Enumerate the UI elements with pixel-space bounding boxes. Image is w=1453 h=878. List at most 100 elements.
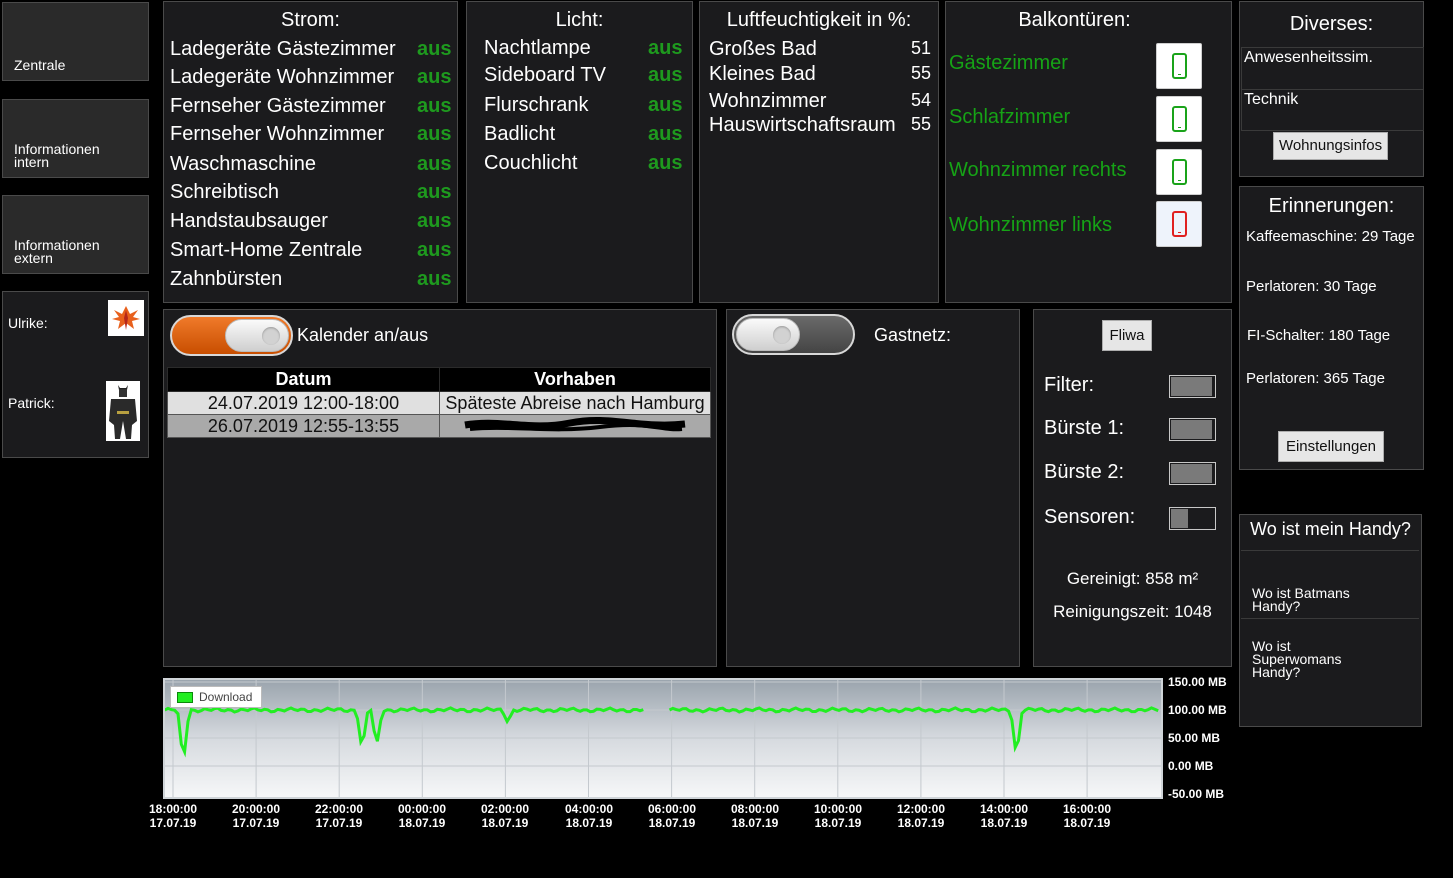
vacuum-level-bar [1169, 462, 1216, 485]
strom-item[interactable]: Handstaubsauger aus [164, 210, 457, 236]
chart-x-tick-time: 10:00:00 [813, 802, 863, 816]
phone-item-batman[interactable]: Wo ist Batmans Handy? [1241, 550, 1419, 618]
humidity-item: Kleines Bad 55 [700, 63, 938, 89]
calendar-cell-date: 24.07.2019 12:00-18:00 [167, 391, 440, 415]
chart-x-tick-date: 18.07.19 [648, 816, 696, 830]
strom-item-state: aus [417, 38, 452, 60]
strom-item[interactable]: Smart-Home Zentrale aus [164, 239, 457, 265]
chart-legend-label: Download [199, 690, 253, 704]
chart-x-tick-time: 18:00:00 [148, 802, 198, 816]
strom-item[interactable]: Ladegeräte Gästezimmer aus [164, 38, 457, 64]
calendar-table: Datum Vorhaben 24.07.2019 12:00-18:00 Sp… [167, 367, 711, 438]
chart-x-tick-time: 22:00:00 [314, 802, 364, 816]
chart-x-tick-label: 14:00:00 18.07.19 [969, 802, 1039, 830]
diverses-item-anwesenheitssim[interactable]: Anwesenheitssim. [1241, 47, 1424, 90]
vacuum-panel: Fliwa Filter: Bürste 1: Bürste 2: Sensoren:… [1033, 309, 1232, 667]
table-row[interactable]: 24.07.2019 12:00-18:00 Späteste Abreise … [167, 391, 711, 415]
calendar-toggle[interactable] [170, 315, 293, 356]
strom-item-label: Smart-Home Zentrale [170, 239, 363, 261]
guestnet-panel: Gastnetz: [726, 309, 1020, 667]
phone-item-superwoman[interactable]: Wo ist Superwomans Handy? [1241, 618, 1419, 684]
guestnet-toggle[interactable] [732, 314, 855, 355]
calendar-cell-plan-redacted [439, 414, 711, 438]
diverses-item-technik[interactable]: Technik [1241, 89, 1424, 131]
licht-item-state: aus [648, 37, 683, 59]
humidity-item-value: 51 [910, 38, 931, 58]
chart-y-tick-label: 50.00 MB [1168, 731, 1221, 745]
phone-icon [1172, 53, 1187, 79]
chart-x-tick-label: 10:00:00 18.07.19 [803, 802, 873, 830]
licht-item[interactable]: Flurschrank aus [467, 94, 692, 120]
nav-info-intern-label: Informationen intern [14, 141, 100, 170]
phone-icon [1172, 159, 1187, 185]
strom-item[interactable]: Schreibtisch aus [164, 181, 457, 207]
strom-item-label: Zahnbürsten [170, 268, 283, 290]
chart-y-tick-label: 150.00 MB [1168, 675, 1227, 689]
diverses-panel: Diverses: Anwesenheitssim. Technik Wohnu… [1239, 1, 1424, 177]
vacuum-level-fill [1171, 464, 1212, 483]
strom-item-state: aus [417, 153, 452, 175]
calendar-header-row: Datum Vorhaben [167, 367, 711, 392]
redaction-scribble [464, 417, 686, 432]
chart-x-tick-label: 16:00:00 18.07.19 [1052, 802, 1122, 830]
humidity-item-label: Hauswirtschaftsraum [709, 114, 896, 136]
strom-item-label: Ladegeräte Gästezimmer [170, 38, 396, 60]
person-ulrike-label: Ulrike: [8, 315, 48, 331]
anwesenheitssim-label: Anwesenheitssim. [1244, 49, 1373, 66]
fliwa-button[interactable]: Fliwa [1102, 320, 1152, 351]
strom-item[interactable]: Fernseher Gästezimmer aus [164, 95, 457, 121]
guestnet-toggle-knob [736, 318, 800, 351]
licht-item-label: Badlicht [484, 123, 556, 145]
vacuum-item-label: Sensoren: [1044, 506, 1136, 528]
reminders-title: Erinnerungen: [1268, 195, 1395, 217]
vacuum-cleaning-time: Reinigungszeit: 1048 [1053, 602, 1212, 621]
table-row[interactable]: 26.07.2019 12:55-13:55 [167, 414, 711, 438]
chart-x-tick-date: 18.07.19 [897, 816, 945, 830]
licht-item-label: Flurschrank [484, 94, 589, 116]
strom-item-label: Waschmaschine [170, 153, 316, 175]
door-button[interactable] [1156, 96, 1202, 142]
chart-x-tick-time: 16:00:00 [1062, 802, 1112, 816]
nav-informationen-extern[interactable]: Informationen extern [2, 195, 149, 274]
chart-x-tick-label: 22:00:00 17.07.19 [304, 802, 374, 830]
door-button[interactable] [1156, 43, 1202, 89]
licht-item-state: aus [648, 152, 683, 174]
vacuum-level-fill [1171, 377, 1212, 396]
strom-item-label: Fernseher Wohnzimmer [170, 123, 385, 145]
calendar-header-datum: Datum [167, 367, 440, 392]
licht-item[interactable]: Badlicht aus [467, 123, 692, 149]
door-button[interactable] [1156, 201, 1202, 247]
chart-x-tick-time: 20:00:00 [231, 802, 281, 816]
humidity-panel: Luftfeuchtigkeit in %: Großes Bad 51 Klein… [699, 1, 939, 303]
humidity-item: Wohnzimmer 54 [700, 90, 938, 116]
licht-item[interactable]: Couchlicht aus [467, 152, 692, 178]
vacuum-item-label: Bürste 2: [1044, 461, 1125, 483]
diverses-title: Diverses: [1289, 13, 1374, 35]
calendar-toggle-knob [225, 319, 289, 352]
wohnungsinfos-button[interactable]: Wohnungsinfos [1273, 132, 1388, 160]
licht-item[interactable]: Nachtlampe aus [467, 37, 692, 63]
chart-x-tick-date: 17.07.19 [232, 816, 280, 830]
calendar-cell-date: 26.07.2019 12:55-13:55 [167, 414, 440, 438]
door-label: Wohnzimmer links [949, 214, 1112, 236]
phone-icon [1172, 211, 1187, 237]
strom-item[interactable]: Ladegeräte Wohnzimmer aus [164, 66, 457, 92]
calendar-header-vorhaben: Vorhaben [439, 367, 711, 392]
licht-item[interactable]: Sideboard TV aus [467, 64, 692, 90]
strom-item[interactable]: Zahnbürsten aus [164, 268, 457, 294]
strom-item-label: Ladegeräte Wohnzimmer [170, 66, 395, 88]
strom-item[interactable]: Waschmaschine aus [164, 153, 457, 179]
einstellungen-button[interactable]: Einstellungen [1278, 431, 1384, 462]
chart-y-tick-label: 0.00 MB [1168, 759, 1214, 773]
strom-item[interactable]: Fernseher Wohnzimmer aus [164, 123, 457, 149]
door-label: Schlafzimmer [949, 106, 1071, 128]
chart-x-tick-date: 18.07.19 [481, 816, 529, 830]
nav-zentrale[interactable]: Zentrale [2, 2, 149, 81]
chart-x-tick-date: 18.07.19 [565, 816, 613, 830]
chart-x-tick-time: 06:00:00 [647, 802, 697, 816]
phone-item-batman-label: Wo ist Batmans Handy? [1252, 585, 1350, 614]
nav-informationen-intern[interactable]: Informationen intern [2, 99, 149, 178]
door-button[interactable] [1156, 149, 1202, 195]
strom-item-state: aus [417, 66, 452, 88]
strom-item-label: Handstaubsauger [170, 210, 328, 232]
